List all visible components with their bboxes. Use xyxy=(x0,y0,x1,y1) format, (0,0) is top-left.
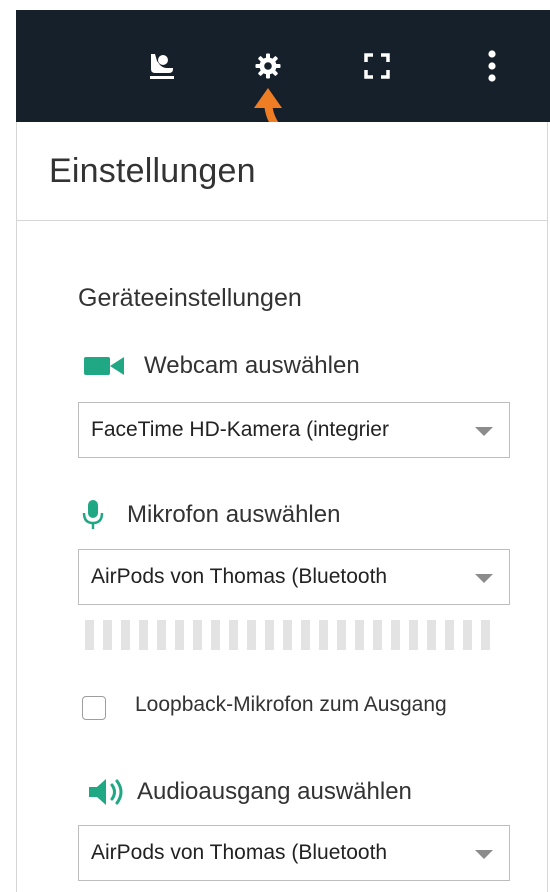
level-meter-segment xyxy=(229,620,238,650)
webcam-select-value: FaceTime HD-Kamera (integrier xyxy=(91,418,389,441)
level-meter-segment xyxy=(157,620,166,650)
chevron-down-icon xyxy=(475,427,493,436)
level-meter-segment xyxy=(175,620,184,650)
microphone-icon xyxy=(82,500,104,529)
level-meter-segment xyxy=(463,620,472,650)
level-meter-segment xyxy=(409,620,418,650)
settings-header: Einstellungen xyxy=(17,122,547,221)
level-meter-segment xyxy=(319,620,328,650)
level-meter-segment xyxy=(85,620,94,650)
more-vertical-icon[interactable] xyxy=(472,46,512,86)
speaker-icon xyxy=(89,779,123,805)
level-meter-segment xyxy=(337,620,346,650)
audio-output-label: Audioausgang auswählen xyxy=(137,778,412,805)
level-meter-segment xyxy=(301,620,310,650)
level-meter-segment xyxy=(211,620,220,650)
level-meter-segment xyxy=(139,620,148,650)
level-meter-segment xyxy=(373,620,382,650)
chevron-down-icon xyxy=(475,850,493,859)
webcam-select[interactable]: FaceTime HD-Kamera (integrier xyxy=(78,402,510,458)
chevron-down-icon xyxy=(475,574,493,583)
webcam-label: Webcam auswählen xyxy=(144,352,360,379)
microphone-select-value: AirPods von Thomas (Bluetooth xyxy=(91,565,388,588)
level-meter-segment xyxy=(265,620,274,650)
level-meter-segment xyxy=(283,620,292,650)
webcam-label-row: Webcam auswählen xyxy=(82,352,360,380)
audio-output-select-value: AirPods von Thomas (Bluetooth xyxy=(91,841,388,864)
level-meter-segment xyxy=(481,620,490,650)
user-cast-icon[interactable] xyxy=(142,46,182,86)
loopback-checkbox[interactable] xyxy=(82,696,106,720)
level-meter-segment xyxy=(445,620,454,650)
loopback-label: Loopback-Mikrofon zum Ausgang xyxy=(135,693,447,716)
level-meter-segment xyxy=(121,620,130,650)
level-meter-segment xyxy=(355,620,364,650)
settings-panel: Einstellungen Geräteeinstellungen Webcam… xyxy=(16,122,548,892)
level-meter-segment xyxy=(103,620,112,650)
settings-title: Einstellungen xyxy=(49,152,256,190)
level-meter-segment xyxy=(193,620,202,650)
level-meter-segment xyxy=(247,620,256,650)
audio-output-label-row: Audioausgang auswählen xyxy=(87,776,412,808)
fullscreen-icon[interactable] xyxy=(357,46,397,86)
level-meter-segment xyxy=(427,620,436,650)
level-meter-segment xyxy=(391,620,400,650)
microphone-select[interactable]: AirPods von Thomas (Bluetooth xyxy=(78,549,510,605)
audio-output-select[interactable]: AirPods von Thomas (Bluetooth xyxy=(78,825,510,881)
device-settings-heading: Geräteeinstellungen xyxy=(78,284,302,312)
microphone-label: Mikrofon auswählen xyxy=(127,501,341,528)
microphone-label-row: Mikrofon auswählen xyxy=(81,498,340,532)
webcam-icon xyxy=(84,357,124,375)
microphone-level-meter xyxy=(85,620,490,650)
gear-icon[interactable] xyxy=(248,46,288,86)
